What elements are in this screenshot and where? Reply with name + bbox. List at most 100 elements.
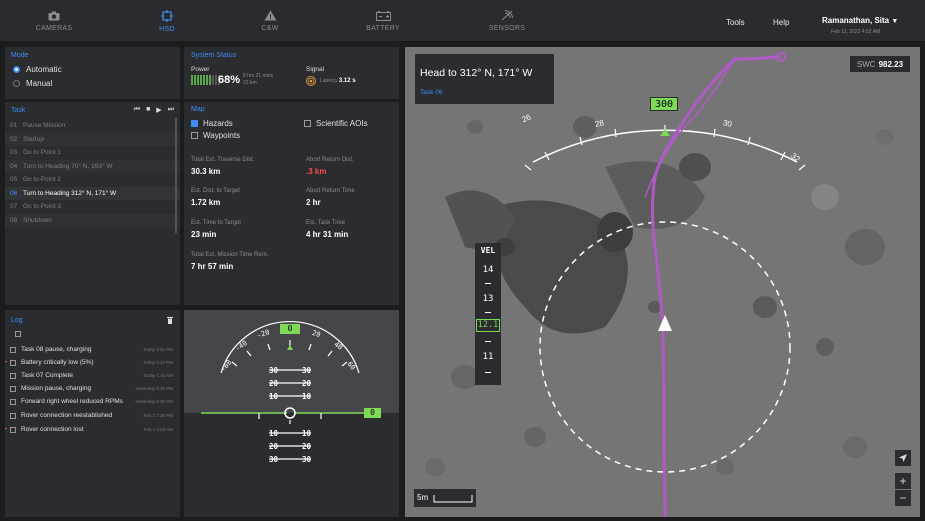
nav-caution-warning[interactable]: C&W: [240, 0, 300, 42]
mode-automatic-radio[interactable]: Automatic: [13, 62, 62, 76]
log-checkbox[interactable]: [10, 346, 16, 353]
vel-minor-tick: [485, 312, 491, 313]
log-row[interactable]: Task 08 pause, charging Today 2:01 PM: [10, 343, 175, 356]
log-row[interactable]: Forward right wheel reduced RPMs Yesterda…: [10, 395, 175, 408]
task-item[interactable]: 07 Go to Point 3: [5, 200, 180, 214]
stat-mission-time-rem: Total Est. Mission Time Rem. 7 hr 57 min: [191, 252, 268, 271]
log-checkbox[interactable]: [10, 385, 16, 392]
skip-forward-icon[interactable]: ⏭: [168, 106, 174, 114]
checkbox: [304, 119, 311, 127]
target-heading-card[interactable]: Head to 312° N, 171° W Task 06: [415, 54, 554, 104]
log-checkbox[interactable]: [10, 359, 16, 366]
log-label: Rover connection reestablished: [21, 412, 113, 419]
stat-label: Est. Dist. to Target: [191, 188, 240, 194]
log-row[interactable]: • Rover connection lost Feb 1 4:53 AM: [5, 423, 175, 436]
vel-tick: 14: [482, 265, 494, 275]
log-time: Feb 1 4:53 AM: [143, 427, 173, 432]
tools-menu[interactable]: Tools: [726, 18, 745, 27]
power-bar: [191, 75, 220, 85]
log-row[interactable]: Rover connection reestablished Feb 2 7:36…: [10, 409, 175, 422]
task-list: 01 Pause Mission 02 Startup 03 Go to Point …: [5, 119, 180, 227]
task-item[interactable]: 01 Pause Mission: [5, 119, 180, 133]
power-label: Power: [191, 66, 210, 73]
log-title: Log: [11, 317, 23, 324]
log-time: Feb 2 7:36 PM: [143, 413, 173, 418]
top-nav-bar: CAMERAS HSD C&W BATTERY SENSORS Tools He…: [0, 0, 925, 42]
help-menu[interactable]: Help: [773, 18, 789, 27]
pitch-label: 30: [301, 455, 311, 464]
task-item[interactable]: 03 Go to Point 1: [5, 146, 180, 160]
log-checkbox[interactable]: [10, 398, 16, 405]
task-item[interactable]: 02 Startup: [5, 132, 180, 146]
battery-icon: [375, 10, 391, 21]
hazards-label: Hazards: [203, 118, 233, 128]
checkbox-checked: [191, 119, 198, 127]
nav-hsd[interactable]: HSD: [137, 0, 197, 42]
play-icon[interactable]: ▶: [156, 106, 161, 114]
task-label: Go to Point 3: [23, 203, 61, 211]
pitch-label: 30: [269, 455, 279, 464]
signal-strength-icon: [306, 76, 316, 86]
stat-value: 4 hr 31 min: [306, 230, 349, 239]
log-time: Today 1:44 AM: [143, 373, 173, 378]
nav-sensors-label: SENSORS: [488, 25, 526, 32]
warning-icon: [264, 10, 276, 21]
signal-label: Signal: [306, 66, 325, 73]
pitch-label: 10: [269, 429, 279, 438]
task-item[interactable]: 04 Turn to Heading 70° N, 163° W: [5, 159, 180, 173]
compass-tick-label: 30: [722, 118, 733, 129]
task-num: 03: [10, 149, 18, 157]
stat-dist-to-target: Est. Dist. to Target 1.72 km: [191, 188, 240, 207]
task-link[interactable]: Task 06: [420, 89, 442, 96]
map-settings-panel: Map Hazards Waypoints Scientific AOIs To…: [184, 102, 399, 305]
waypoints-checkbox[interactable]: Waypoints: [191, 129, 240, 141]
zoom-out-button[interactable]: −: [895, 490, 911, 506]
log-select-all-checkbox[interactable]: [15, 331, 21, 337]
hazards-checkbox[interactable]: Hazards: [191, 117, 240, 129]
skip-back-icon[interactable]: ⏮: [134, 106, 140, 114]
vel-current: 12.1: [476, 319, 500, 332]
attitude-indicator-panel: 0 -60 -40 -20 20 40 60 30 30 20 20 10 10 10…: [184, 310, 399, 517]
nav-sensors[interactable]: SENSORS: [477, 0, 537, 42]
power-percent: 68%: [218, 74, 241, 86]
log-row[interactable]: Task 07 Complete Today 1:44 AM: [10, 369, 175, 382]
mode-manual-radio[interactable]: Manual: [13, 76, 62, 90]
zoom-in-button[interactable]: +: [895, 473, 911, 489]
map-heading-box: 300: [650, 97, 678, 111]
log-row[interactable]: Mission pause, charging Yesterday 6:25 PM: [10, 382, 175, 395]
user-menu[interactable]: Ramanathan, Sita ▼: [822, 16, 898, 25]
stop-icon[interactable]: ■: [146, 106, 150, 114]
locate-button[interactable]: [895, 450, 911, 466]
task-num: 04: [10, 162, 18, 170]
task-label: Turn to Heading 312° N, 171° W: [23, 189, 117, 197]
checkbox: [191, 131, 198, 139]
log-time: Yesterday 6:25 PM: [135, 386, 173, 391]
nav-battery[interactable]: BATTERY: [353, 0, 413, 42]
pitch-label: 20: [269, 442, 279, 451]
pitch-row: 30 30: [269, 366, 311, 375]
scientific-aois-checkbox[interactable]: Scientific AOIs: [304, 117, 368, 129]
latency-label: Latency: [320, 78, 338, 84]
stat-label: Abort Return Dist.: [306, 157, 354, 163]
system-status-panel: System Status Power 68% 8 hrs 21 mins 23…: [184, 47, 399, 99]
task-item-current[interactable]: 06 Turn to Heading 312° N, 171° W: [5, 186, 180, 200]
log-row[interactable]: • Battery critically low (5%) Today 2:17 P…: [5, 356, 175, 369]
task-scrollbar[interactable]: [175, 118, 177, 233]
stat-value: 7 hr 57 min: [191, 262, 234, 271]
log-label: Battery critically low (5%): [21, 359, 94, 366]
task-item[interactable]: 08 Shutdown: [5, 213, 180, 227]
velocity-tape: VEL 14 13 12.1 11: [475, 243, 501, 385]
vel-minor-tick: [485, 341, 491, 342]
radio-dot-selected: [13, 65, 20, 73]
map-view[interactable]: 26 28 30 32 300 Head to 312° N, 171° W T…: [405, 47, 920, 517]
vel-tick: 11: [482, 352, 494, 362]
task-item[interactable]: 05 Go to Point 2: [5, 173, 180, 187]
task-num: 06: [10, 189, 18, 197]
log-checkbox[interactable]: [10, 372, 16, 379]
stat-value: 23 min: [191, 230, 217, 239]
nav-cameras[interactable]: CAMERAS: [24, 0, 84, 42]
trash-icon[interactable]: [167, 316, 173, 324]
log-label: Task 07 Complete: [21, 372, 74, 379]
log-checkbox[interactable]: [10, 412, 16, 419]
log-checkbox[interactable]: [10, 426, 16, 433]
